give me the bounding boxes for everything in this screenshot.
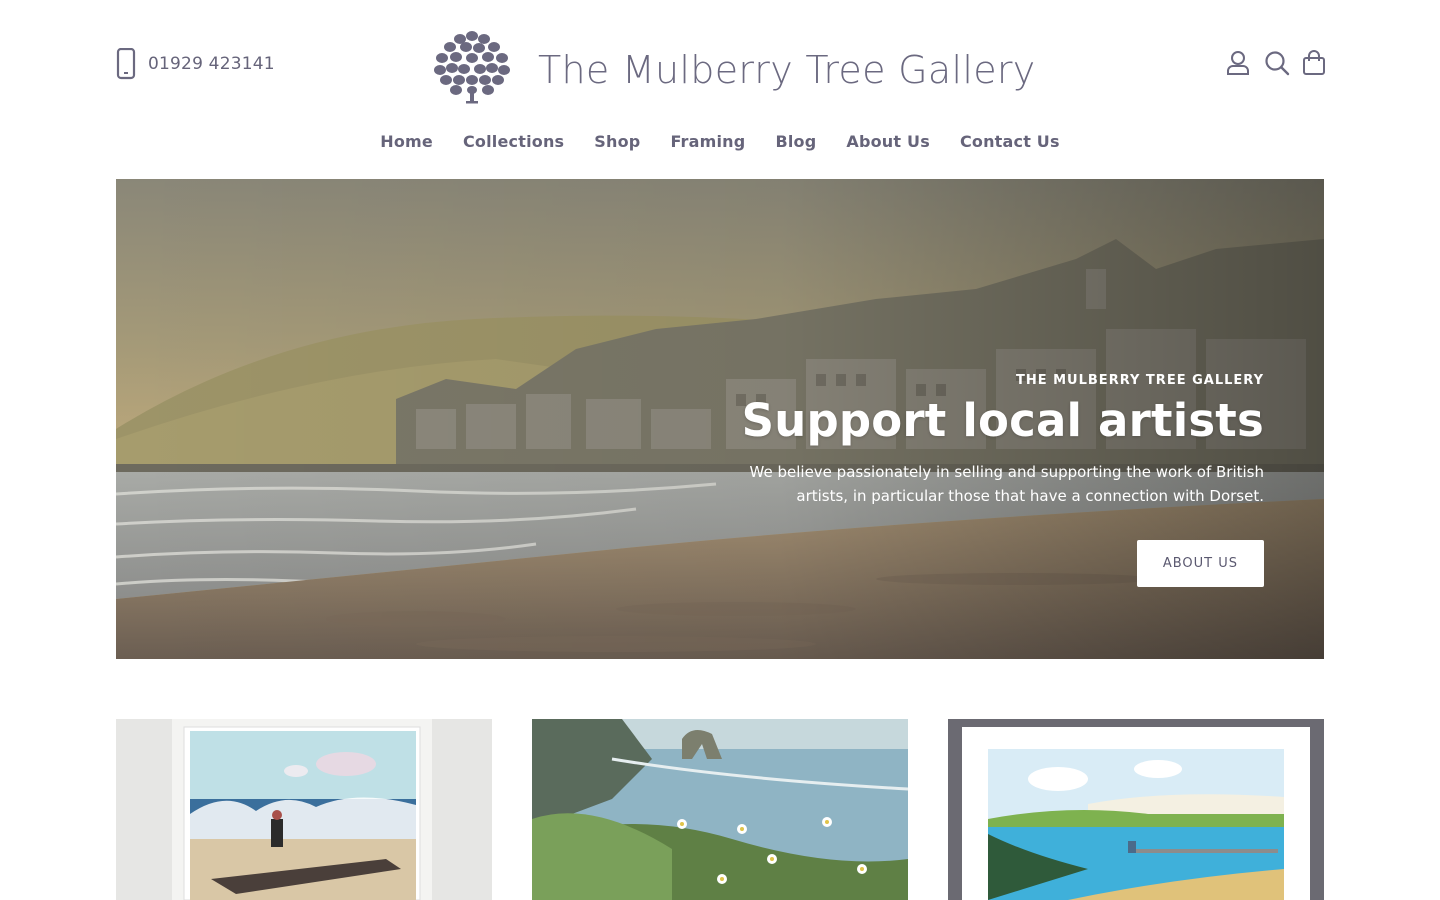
nav-collections[interactable]: Collections [463, 132, 564, 151]
nav-shop[interactable]: Shop [594, 132, 640, 151]
coastal-meadow-painting-image [532, 719, 908, 900]
beach-painting-image [116, 719, 492, 900]
logo-text: The Mulberry Tree Gallery [538, 48, 1036, 92]
about-us-button[interactable]: ABOUT US [1136, 539, 1264, 587]
phone-number[interactable]: 01929 423141 [148, 54, 275, 74]
featured-tile-bay-print[interactable] [948, 719, 1324, 900]
nav-blog[interactable]: Blog [775, 132, 816, 151]
search-icon[interactable] [1264, 50, 1290, 76]
hero-eyebrow: THE MULBERRY TREE GALLERY [1015, 373, 1264, 388]
site-logo[interactable]: The Mulberry Tree Gallery [432, 28, 1036, 110]
phone-contact[interactable]: 01929 423141 [116, 48, 275, 80]
bay-print-image [948, 719, 1324, 900]
nav-contact-us[interactable]: Contact Us [960, 132, 1060, 151]
account-icon[interactable] [1226, 50, 1250, 76]
nav-framing[interactable]: Framing [670, 132, 745, 151]
cart-icon[interactable] [1302, 50, 1326, 76]
featured-tile-durdle-door-painting[interactable] [532, 719, 908, 900]
hero-banner: THE MULBERRY TREE GALLERY Support local … [116, 179, 1324, 659]
mulberry-tree-logo-icon [432, 28, 512, 110]
featured-tiles [116, 719, 1324, 900]
mobile-phone-icon [116, 48, 136, 80]
nav-about-us[interactable]: About Us [846, 132, 930, 151]
hero-title: Support local artists [741, 394, 1264, 447]
hero-content: THE MULBERRY TREE GALLERY Support local … [704, 373, 1264, 587]
header-actions [1226, 50, 1326, 76]
hero-description: We believe passionately in selling and s… [749, 462, 1264, 505]
featured-tile-beach-painting[interactable] [116, 719, 492, 900]
nav-home[interactable]: Home [380, 132, 433, 151]
main-navigation: Home Collections Shop Framing Blog About… [0, 132, 1440, 151]
